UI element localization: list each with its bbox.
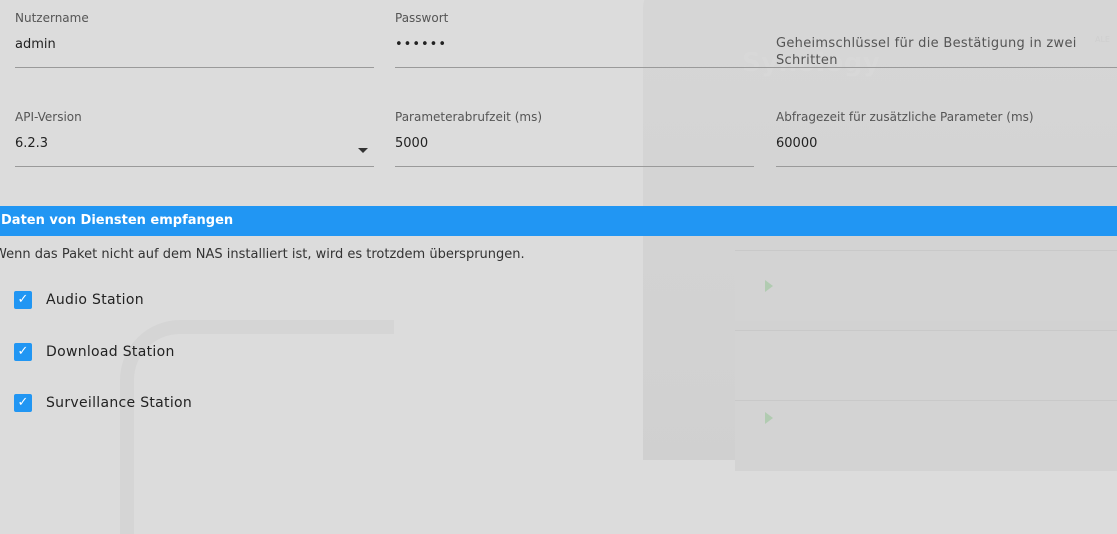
background-drive-bay (735, 250, 1117, 321)
services-section-header: Daten von Diensten empfangen (0, 206, 1117, 236)
poll-interval-underline (395, 166, 754, 167)
download-station-label: Download Station (46, 344, 175, 360)
password-label: Passwort (395, 11, 449, 25)
api-version-value: 6.2.3 (15, 136, 49, 151)
checkbox-checked-icon[interactable]: ✓ (14, 291, 32, 309)
two-factor-secret-label: Geheimschlüssel für die Bestätigung in z… (776, 36, 1077, 68)
api-version-underline (15, 166, 374, 167)
two-factor-secret-field[interactable]: Geheimschlüssel für die Bestätigung in z… (776, 35, 1096, 68)
extra-poll-interval-input[interactable]: 60000 (776, 136, 1117, 151)
poll-interval-label: Parameterabrufzeit (ms) (395, 110, 543, 124)
surveillance-station-label: Surveillance Station (46, 395, 193, 411)
extra-poll-interval-label: Abfragezeit für zusätzliche Parameter (m… (776, 110, 1034, 124)
audio-station-checkbox-row[interactable]: ✓ Audio Station (14, 289, 144, 311)
poll-interval-field[interactable]: Parameterabrufzeit (ms) 5000 (395, 110, 754, 167)
poll-interval-input[interactable]: 5000 (395, 136, 754, 151)
background-led-icon (765, 412, 773, 424)
audio-station-label: Audio Station (46, 292, 144, 308)
extra-poll-interval-field[interactable]: Abfragezeit für zusätzliche Parameter (m… (776, 110, 1117, 167)
checkbox-checked-icon[interactable]: ✓ (14, 394, 32, 412)
api-version-label: API-Version (15, 110, 82, 124)
background-drive-bay (735, 330, 1117, 401)
username-field[interactable]: Nutzername admin (15, 11, 374, 68)
download-station-checkbox-row[interactable]: ✓ Download Station (14, 341, 175, 363)
chevron-down-icon[interactable] (358, 148, 368, 153)
checkbox-checked-icon[interactable]: ✓ (14, 343, 32, 361)
username-label: Nutzername (15, 11, 89, 25)
username-underline (15, 67, 374, 68)
surveillance-station-checkbox-row[interactable]: ✓ Surveillance Station (14, 392, 192, 414)
services-hint-text: Wenn das Paket nicht auf dem NAS install… (0, 247, 525, 262)
api-version-select[interactable]: API-Version 6.2.3 (15, 110, 374, 167)
username-input[interactable]: admin (15, 37, 374, 52)
extra-poll-interval-underline (776, 166, 1117, 167)
background-drive-bay (735, 400, 1117, 471)
background-led-icon (765, 280, 773, 292)
